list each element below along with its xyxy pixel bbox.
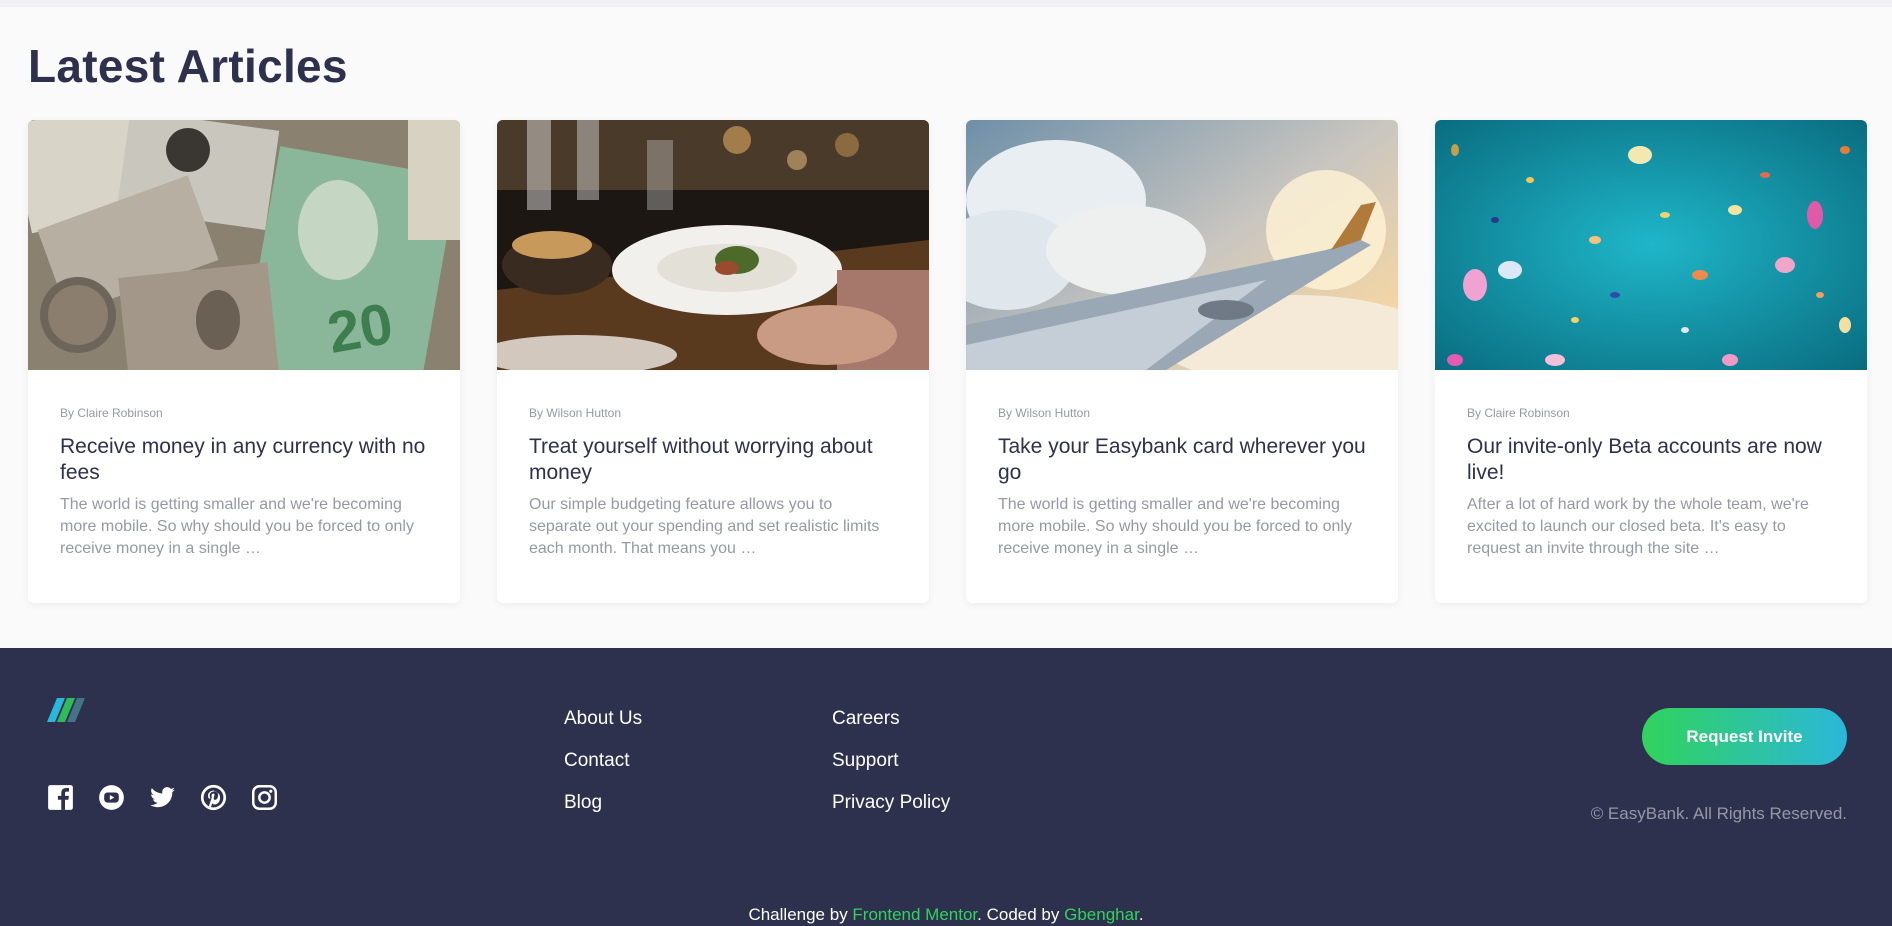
footer-link-contact[interactable]: Contact bbox=[564, 750, 642, 772]
article-title[interactable]: Treat yourself without worrying about mo… bbox=[529, 434, 897, 486]
article-title[interactable]: Take your Easybank card wherever you go bbox=[998, 434, 1366, 486]
youtube-icon[interactable] bbox=[98, 784, 125, 811]
footer-links-primary: About Us Contact Blog bbox=[564, 708, 642, 814]
article-author: By Claire Robinson bbox=[60, 406, 163, 420]
footer-link-privacy[interactable]: Privacy Policy bbox=[832, 792, 950, 814]
attribution-prefix: Challenge by bbox=[748, 905, 853, 924]
article-card[interactable]: By Wilson Hutton Take your Easybank card… bbox=[966, 120, 1398, 603]
article-card[interactable]: By Claire Robinson Our invite-only Beta … bbox=[1435, 120, 1867, 603]
article-excerpt: The world is getting smaller and we're b… bbox=[60, 496, 414, 557]
article-author: By Wilson Hutton bbox=[529, 406, 622, 420]
article-image-currency[interactable]: 20 bbox=[28, 120, 460, 370]
confetti-image bbox=[1435, 120, 1867, 370]
section-title: Latest Articles bbox=[28, 40, 348, 92]
article-author: By Wilson Hutton bbox=[998, 406, 1091, 420]
currency-image: 20 bbox=[28, 120, 460, 370]
article-excerpt: After a lot of hard work by the whole te… bbox=[1467, 496, 1809, 557]
request-invite-button[interactable]: Request Invite bbox=[1642, 708, 1847, 765]
top-strip bbox=[0, 0, 1892, 7]
airplane-image bbox=[966, 120, 1398, 370]
article-excerpt: The world is getting smaller and we're b… bbox=[998, 496, 1352, 557]
svg-text:20: 20 bbox=[323, 291, 398, 366]
restaurant-image bbox=[497, 120, 929, 370]
article-image-restaurant[interactable] bbox=[497, 120, 929, 370]
article-title[interactable]: Receive money in any currency with no fe… bbox=[60, 434, 428, 486]
article-image-airplane[interactable] bbox=[966, 120, 1398, 370]
pinterest-icon[interactable] bbox=[200, 784, 227, 811]
copyright-text: © EasyBank. All Rights Reserved. bbox=[1590, 804, 1847, 823]
article-excerpt: Our simple budgeting feature allows you … bbox=[529, 496, 880, 557]
footer-link-careers[interactable]: Careers bbox=[832, 708, 950, 730]
frontend-mentor-link[interactable]: Frontend Mentor bbox=[852, 905, 977, 924]
attribution-suffix: . bbox=[1138, 905, 1144, 924]
twitter-icon[interactable] bbox=[149, 784, 176, 811]
instagram-icon[interactable] bbox=[251, 784, 278, 811]
footer-link-support[interactable]: Support bbox=[832, 750, 950, 772]
footer-links-secondary: Careers Support Privacy Policy bbox=[832, 708, 950, 814]
article-author: By Claire Robinson bbox=[1467, 406, 1570, 420]
footer-link-blog[interactable]: Blog bbox=[564, 792, 642, 814]
article-card[interactable]: By Wilson Hutton Treat yourself without … bbox=[497, 120, 929, 603]
latest-articles-section: Latest Articles 20 By Claire Robinson Re… bbox=[0, 7, 1892, 648]
easybank-logo-icon[interactable] bbox=[47, 698, 87, 722]
attribution-middle: . Coded by bbox=[977, 905, 1065, 924]
author-link[interactable]: Gbenghar bbox=[1064, 905, 1139, 924]
social-links bbox=[47, 784, 278, 811]
attribution: Challenge by Frontend Mentor. Coded by G… bbox=[0, 905, 1892, 925]
facebook-icon[interactable] bbox=[47, 784, 74, 811]
article-card[interactable]: 20 By Claire Robinson Receive money in a… bbox=[28, 120, 460, 603]
footer-link-about[interactable]: About Us bbox=[564, 708, 642, 730]
site-footer: About Us Contact Blog Careers Support Pr… bbox=[0, 648, 1892, 926]
article-title[interactable]: Our invite-only Beta accounts are now li… bbox=[1467, 434, 1835, 486]
article-image-confetti[interactable] bbox=[1435, 120, 1867, 370]
